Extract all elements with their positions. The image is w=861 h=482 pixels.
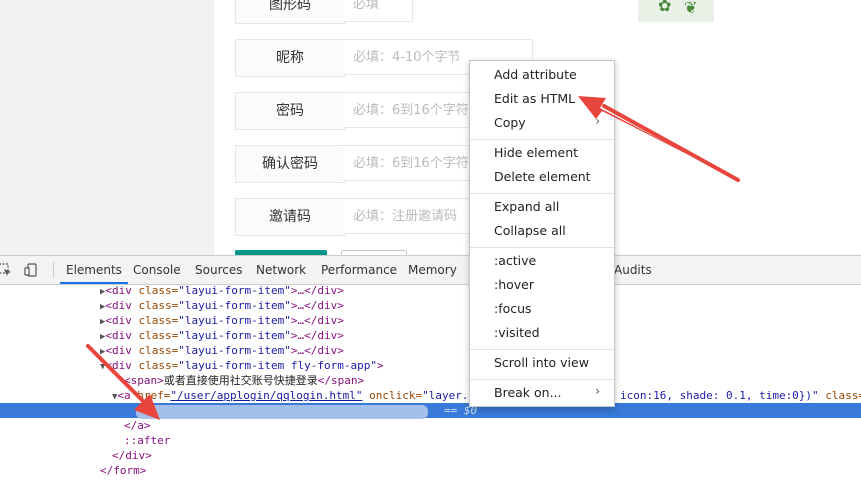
devtools-tabbar: Elements Console Sources Network Perform… xyxy=(0,256,861,285)
page-left-gutter xyxy=(0,0,214,255)
tree-node[interactable]: ▶<div class="layui-form-item">…</div> xyxy=(0,328,861,343)
elements-tree: ▶<div class="layui-form-item">…</div> ▶<… xyxy=(0,283,861,482)
menu-item-add-attribute[interactable]: Add attribute xyxy=(494,64,577,86)
inspect-icon[interactable] xyxy=(0,263,12,277)
menu-divider xyxy=(470,247,614,248)
menu-item-focus[interactable]: :focus xyxy=(494,298,532,320)
context-menu: Add attribute Edit as HTML Copy › Hide e… xyxy=(469,60,615,407)
tree-node-pseudo[interactable]: ::after xyxy=(0,433,861,448)
menu-item-visited[interactable]: :visited xyxy=(494,322,540,344)
tab-console[interactable]: Console xyxy=(133,256,181,284)
confirm-password-label: 确认密码 xyxy=(235,145,345,183)
menu-divider xyxy=(470,139,614,140)
chevron-right-icon: › xyxy=(595,384,600,398)
devtools-panel: Elements Console Sources Network Perform… xyxy=(0,255,861,482)
nickname-label: 昵称 xyxy=(235,39,345,77)
tree-node-close[interactable]: </form> xyxy=(0,463,861,478)
tree-node[interactable]: ▶<div class="layui-form-item">…</div> xyxy=(0,313,861,328)
menu-item-scroll-into-view[interactable]: Scroll into view xyxy=(494,352,589,374)
menu-item-collapse-all[interactable]: Collapse all xyxy=(494,220,566,242)
tab-memory[interactable]: Memory xyxy=(408,256,457,284)
menu-item-break-on[interactable]: Break on... xyxy=(494,382,594,404)
menu-item-active[interactable]: :active xyxy=(494,250,536,272)
tab-network[interactable]: Network xyxy=(256,256,306,284)
tab-performance[interactable]: Performance xyxy=(321,256,397,284)
tree-node-expanded[interactable]: ▼<div class="layui-form-item fly-form-ap… xyxy=(0,358,861,373)
menu-divider xyxy=(470,193,614,194)
menu-divider xyxy=(470,379,614,380)
menu-item-expand-all[interactable]: Expand all xyxy=(494,196,559,218)
menu-divider xyxy=(470,349,614,350)
toolbar-divider xyxy=(53,262,54,278)
captcha-image[interactable]: ✿ ❦ xyxy=(638,0,714,22)
tree-node[interactable]: ▶<div class="layui-form-item">…</div> xyxy=(0,298,861,313)
captcha-label: 图形码 xyxy=(235,0,345,24)
tree-node-selected[interactable]: == $0 xyxy=(0,403,861,419)
password-label: 密码 xyxy=(235,92,345,130)
chevron-right-icon: › xyxy=(595,114,600,128)
captcha-input[interactable]: 必填 xyxy=(343,0,413,22)
tree-node-anchor[interactable]: ▼<a href="/user/applogin/qqlogin.html" o… xyxy=(0,388,861,403)
tree-node[interactable]: ▶<div class="layui-form-item">…</div> xyxy=(0,283,861,298)
menu-item-delete-element[interactable]: Delete element xyxy=(494,166,591,188)
tab-sources[interactable]: Sources xyxy=(195,256,242,284)
blurred-content xyxy=(136,405,428,419)
tree-node[interactable]: ▶<div class="layui-form-item">…</div> xyxy=(0,343,861,358)
menu-item-hide-element[interactable]: Hide element xyxy=(494,142,578,164)
invite-code-label: 邀请码 xyxy=(235,198,345,236)
menu-item-edit-as-html[interactable]: Edit as HTML xyxy=(494,88,575,110)
tree-node-span[interactable]: <span>或者直接使用社交账号快捷登录</span> xyxy=(0,373,861,388)
menu-item-copy[interactable]: Copy xyxy=(494,112,594,134)
tab-elements[interactable]: Elements xyxy=(60,256,128,284)
tree-node-close[interactable]: </a> xyxy=(0,418,861,433)
tree-node-close[interactable]: </div> xyxy=(0,448,861,463)
menu-item-hover[interactable]: :hover xyxy=(494,274,534,296)
device-toggle-icon[interactable] xyxy=(24,263,38,277)
tab-audits[interactable]: Audits xyxy=(614,256,652,284)
